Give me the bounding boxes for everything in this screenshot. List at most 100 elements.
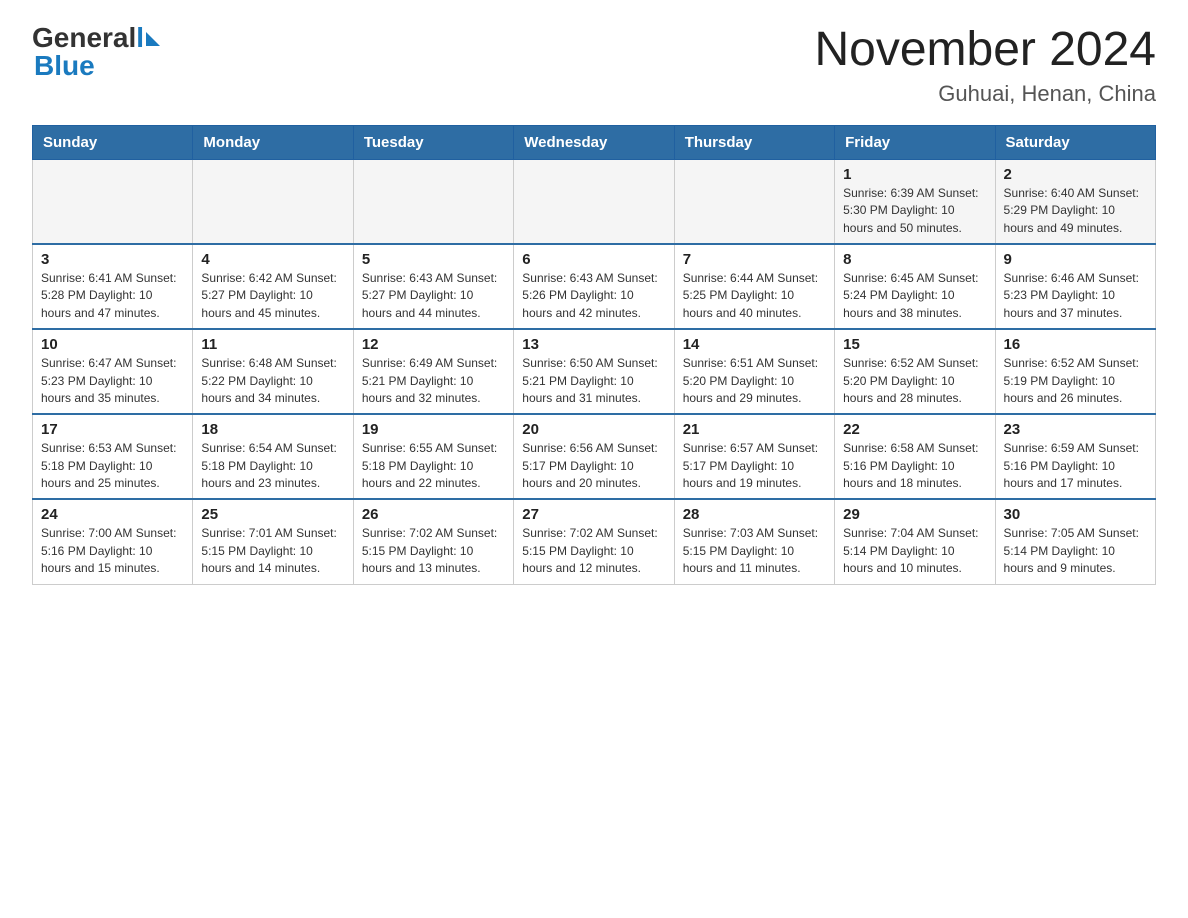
day-info: Sunrise: 6:45 AM Sunset: 5:24 PM Dayligh… bbox=[843, 270, 986, 322]
calendar-cell: 27 Sunrise: 7:02 AM Sunset: 5:15 PM Dayli… bbox=[514, 499, 674, 584]
calendar-cell: 17Sunrise: 6:53 AM Sunset: 5:18 PM Dayli… bbox=[33, 414, 193, 499]
day-info: Sunrise: 6:55 AM Sunset: 5:18 PM Dayligh… bbox=[362, 440, 505, 492]
calendar-cell: 5 Sunrise: 6:43 AM Sunset: 5:27 PM Daylig… bbox=[353, 244, 513, 329]
day-number: 6 bbox=[522, 251, 665, 268]
calendar-cell: 25 Sunrise: 7:01 AM Sunset: 5:15 PM Dayli… bbox=[193, 499, 353, 584]
calendar-cell bbox=[514, 159, 674, 244]
day-info: Sunrise: 7:03 AM Sunset: 5:15 PM Dayligh… bbox=[683, 525, 826, 577]
calendar-cell: 14Sunrise: 6:51 AM Sunset: 5:20 PM Dayli… bbox=[674, 329, 834, 414]
day-number: 26 bbox=[362, 506, 505, 523]
day-info: Sunrise: 7:05 AM Sunset: 5:14 PM Dayligh… bbox=[1004, 525, 1147, 577]
calendar-cell: 23Sunrise: 6:59 AM Sunset: 5:16 PM Dayli… bbox=[995, 414, 1155, 499]
calendar-cell: 12 Sunrise: 6:49 AM Sunset: 5:21 PM Dayli… bbox=[353, 329, 513, 414]
column-header-monday: Monday bbox=[193, 125, 353, 159]
day-number: 28 bbox=[683, 506, 826, 523]
calendar-cell: 21Sunrise: 6:57 AM Sunset: 5:17 PM Dayli… bbox=[674, 414, 834, 499]
day-number: 11 bbox=[201, 336, 344, 353]
calendar-cell: 11 Sunrise: 6:48 AM Sunset: 5:22 PM Dayli… bbox=[193, 329, 353, 414]
day-info: Sunrise: 7:04 AM Sunset: 5:14 PM Dayligh… bbox=[843, 525, 986, 577]
day-number: 16 bbox=[1004, 336, 1147, 353]
day-number: 22 bbox=[843, 421, 986, 438]
day-info: Sunrise: 6:39 AM Sunset: 5:30 PM Dayligh… bbox=[843, 185, 986, 237]
day-number: 27 bbox=[522, 506, 665, 523]
calendar-cell: 13Sunrise: 6:50 AM Sunset: 5:21 PM Dayli… bbox=[514, 329, 674, 414]
calendar-cell: 20 Sunrise: 6:56 AM Sunset: 5:17 PM Dayli… bbox=[514, 414, 674, 499]
calendar-cell: 6 Sunrise: 6:43 AM Sunset: 5:26 PM Daylig… bbox=[514, 244, 674, 329]
day-info: Sunrise: 6:44 AM Sunset: 5:25 PM Dayligh… bbox=[683, 270, 826, 322]
day-info: Sunrise: 7:02 AM Sunset: 5:15 PM Dayligh… bbox=[362, 525, 505, 577]
calendar-cell bbox=[353, 159, 513, 244]
calendar-cell: 8 Sunrise: 6:45 AM Sunset: 5:24 PM Daylig… bbox=[835, 244, 995, 329]
column-header-thursday: Thursday bbox=[674, 125, 834, 159]
day-number: 10 bbox=[41, 336, 184, 353]
title-area: November 2024 Guhuai, Henan, China bbox=[814, 24, 1156, 107]
column-header-wednesday: Wednesday bbox=[514, 125, 674, 159]
day-number: 30 bbox=[1004, 506, 1147, 523]
calendar-table: SundayMondayTuesdayWednesdayThursdayFrid… bbox=[32, 125, 1156, 585]
calendar-cell bbox=[674, 159, 834, 244]
day-number: 3 bbox=[41, 251, 184, 268]
calendar-cell: 10 Sunrise: 6:47 AM Sunset: 5:23 PM Dayli… bbox=[33, 329, 193, 414]
header: Generall Blue November 2024 Guhuai, Hena… bbox=[32, 24, 1156, 107]
calendar-cell: 15 Sunrise: 6:52 AM Sunset: 5:20 PM Dayli… bbox=[835, 329, 995, 414]
day-number: 8 bbox=[843, 251, 986, 268]
calendar-week-row: 1 Sunrise: 6:39 AM Sunset: 5:30 PM Daylig… bbox=[33, 159, 1156, 244]
day-number: 25 bbox=[201, 506, 344, 523]
calendar-cell: 30 Sunrise: 7:05 AM Sunset: 5:14 PM Dayli… bbox=[995, 499, 1155, 584]
calendar-cell: 29 Sunrise: 7:04 AM Sunset: 5:14 PM Dayli… bbox=[835, 499, 995, 584]
calendar-week-row: 24 Sunrise: 7:00 AM Sunset: 5:16 PM Dayli… bbox=[33, 499, 1156, 584]
day-number: 7 bbox=[683, 251, 826, 268]
day-number: 24 bbox=[41, 506, 184, 523]
calendar-header-row: SundayMondayTuesdayWednesdayThursdayFrid… bbox=[33, 125, 1156, 159]
day-info: Sunrise: 6:42 AM Sunset: 5:27 PM Dayligh… bbox=[201, 270, 344, 322]
calendar-week-row: 10 Sunrise: 6:47 AM Sunset: 5:23 PM Dayli… bbox=[33, 329, 1156, 414]
day-info: Sunrise: 6:43 AM Sunset: 5:26 PM Dayligh… bbox=[522, 270, 665, 322]
calendar-cell: 28 Sunrise: 7:03 AM Sunset: 5:15 PM Dayli… bbox=[674, 499, 834, 584]
calendar-cell: 4 Sunrise: 6:42 AM Sunset: 5:27 PM Daylig… bbox=[193, 244, 353, 329]
day-info: Sunrise: 6:50 AM Sunset: 5:21 PM Dayligh… bbox=[522, 355, 665, 407]
day-number: 21 bbox=[683, 421, 826, 438]
day-info: Sunrise: 7:02 AM Sunset: 5:15 PM Dayligh… bbox=[522, 525, 665, 577]
calendar-cell: 18Sunrise: 6:54 AM Sunset: 5:18 PM Dayli… bbox=[193, 414, 353, 499]
day-info: Sunrise: 6:43 AM Sunset: 5:27 PM Dayligh… bbox=[362, 270, 505, 322]
day-number: 9 bbox=[1004, 251, 1147, 268]
day-info: Sunrise: 6:49 AM Sunset: 5:21 PM Dayligh… bbox=[362, 355, 505, 407]
calendar-cell: 22Sunrise: 6:58 AM Sunset: 5:16 PM Dayli… bbox=[835, 414, 995, 499]
day-number: 19 bbox=[362, 421, 505, 438]
calendar-cell: 7 Sunrise: 6:44 AM Sunset: 5:25 PM Daylig… bbox=[674, 244, 834, 329]
day-number: 23 bbox=[1004, 421, 1147, 438]
calendar-cell bbox=[33, 159, 193, 244]
calendar-cell: 16 Sunrise: 6:52 AM Sunset: 5:19 PM Dayli… bbox=[995, 329, 1155, 414]
day-number: 17 bbox=[41, 421, 184, 438]
day-number: 12 bbox=[362, 336, 505, 353]
day-number: 4 bbox=[201, 251, 344, 268]
calendar-cell: 3 Sunrise: 6:41 AM Sunset: 5:28 PM Daylig… bbox=[33, 244, 193, 329]
day-info: Sunrise: 6:48 AM Sunset: 5:22 PM Dayligh… bbox=[201, 355, 344, 407]
day-info: Sunrise: 6:47 AM Sunset: 5:23 PM Dayligh… bbox=[41, 355, 184, 407]
day-info: Sunrise: 6:52 AM Sunset: 5:20 PM Dayligh… bbox=[843, 355, 986, 407]
calendar-cell: 2 Sunrise: 6:40 AM Sunset: 5:29 PM Daylig… bbox=[995, 159, 1155, 244]
logo-blue-sub: Blue bbox=[32, 50, 95, 82]
day-info: Sunrise: 6:41 AM Sunset: 5:28 PM Dayligh… bbox=[41, 270, 184, 322]
calendar-cell: 24 Sunrise: 7:00 AM Sunset: 5:16 PM Dayli… bbox=[33, 499, 193, 584]
day-info: Sunrise: 6:51 AM Sunset: 5:20 PM Dayligh… bbox=[683, 355, 826, 407]
day-info: Sunrise: 6:56 AM Sunset: 5:17 PM Dayligh… bbox=[522, 440, 665, 492]
day-info: Sunrise: 7:00 AM Sunset: 5:16 PM Dayligh… bbox=[41, 525, 184, 577]
day-number: 5 bbox=[362, 251, 505, 268]
day-number: 15 bbox=[843, 336, 986, 353]
column-header-saturday: Saturday bbox=[995, 125, 1155, 159]
column-header-tuesday: Tuesday bbox=[353, 125, 513, 159]
day-number: 2 bbox=[1004, 166, 1147, 183]
logo: Generall Blue bbox=[32, 24, 160, 82]
day-number: 29 bbox=[843, 506, 986, 523]
day-info: Sunrise: 7:01 AM Sunset: 5:15 PM Dayligh… bbox=[201, 525, 344, 577]
day-info: Sunrise: 6:40 AM Sunset: 5:29 PM Dayligh… bbox=[1004, 185, 1147, 237]
day-info: Sunrise: 6:52 AM Sunset: 5:19 PM Dayligh… bbox=[1004, 355, 1147, 407]
logo-text: Generall bbox=[32, 24, 160, 52]
column-header-friday: Friday bbox=[835, 125, 995, 159]
day-number: 20 bbox=[522, 421, 665, 438]
calendar-cell: 1 Sunrise: 6:39 AM Sunset: 5:30 PM Daylig… bbox=[835, 159, 995, 244]
page-title: November 2024 bbox=[814, 24, 1156, 77]
day-number: 1 bbox=[843, 166, 986, 183]
day-info: Sunrise: 6:46 AM Sunset: 5:23 PM Dayligh… bbox=[1004, 270, 1147, 322]
